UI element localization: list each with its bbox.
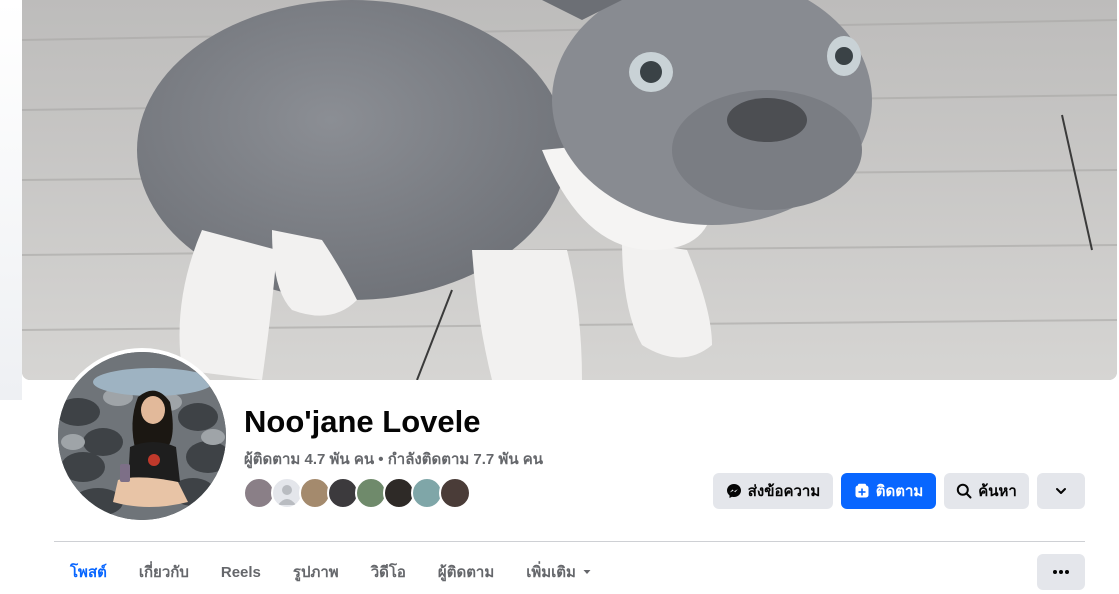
tab-label: เพิ่มเติม bbox=[526, 564, 576, 581]
tab-label: วิดีโอ bbox=[370, 564, 406, 581]
tab-photos[interactable]: รูปภาพ bbox=[277, 550, 355, 594]
tab-followers[interactable]: ผู้ติดตาม bbox=[422, 550, 510, 594]
tab-label: รูปภาพ bbox=[292, 564, 339, 581]
messenger-icon bbox=[726, 484, 741, 498]
tab-posts[interactable]: โพสต์ bbox=[54, 550, 123, 594]
profile-page: Noo'jane Lovele ผู้ติดตาม 4.7 พัน คน • ก… bbox=[0, 0, 1119, 594]
caret-down-icon bbox=[583, 570, 591, 574]
chevron-down-icon bbox=[1056, 488, 1066, 494]
tab-label: โพสต์ bbox=[70, 564, 107, 581]
follow-button[interactable]: ติดตาม bbox=[841, 473, 936, 509]
search-button-label: ค้นหา bbox=[978, 483, 1017, 500]
cover-image bbox=[22, 0, 1117, 380]
profile-avatar[interactable] bbox=[58, 352, 226, 520]
avatar-image bbox=[58, 352, 226, 520]
search-icon bbox=[956, 483, 972, 499]
profile-tabs: โพสต์ เกี่ยวกับ Reels รูปภาพ วิดีโอ ผู้ต… bbox=[54, 550, 608, 594]
follower-stats[interactable]: ผู้ติดตาม 4.7 พัน คน • กำลังติดตาม 7.7 พ… bbox=[244, 447, 543, 471]
default-user-icon bbox=[278, 485, 296, 505]
friend-avatar-8[interactable] bbox=[439, 477, 471, 509]
tab-label: เกี่ยวกับ bbox=[138, 564, 189, 581]
message-button-label: ส่งข้อความ bbox=[747, 483, 821, 500]
more-options-icon bbox=[1053, 570, 1069, 574]
tabs-more-options-button[interactable] bbox=[1037, 554, 1085, 590]
tab-reels[interactable]: Reels bbox=[205, 550, 277, 594]
tab-videos[interactable]: วิดีโอ bbox=[355, 550, 422, 594]
page-edge bbox=[0, 0, 22, 400]
tab-label: ผู้ติดตาม bbox=[437, 564, 495, 581]
tab-about[interactable]: เกี่ยวกับ bbox=[123, 550, 205, 594]
friend-avatars-row bbox=[243, 477, 483, 509]
message-button[interactable]: ส่งข้อความ bbox=[713, 473, 833, 509]
follow-icon bbox=[855, 483, 869, 498]
cover-photo[interactable] bbox=[22, 0, 1117, 380]
tab-label: Reels bbox=[220, 563, 261, 581]
search-button[interactable]: ค้นหา bbox=[944, 473, 1029, 509]
follow-button-label: ติดตาม bbox=[875, 483, 924, 500]
profile-name: Noo'jane Lovele bbox=[244, 404, 481, 439]
tabs-divider bbox=[54, 541, 1085, 542]
tab-more[interactable]: เพิ่มเติม bbox=[510, 550, 608, 594]
profile-dropdown-button[interactable] bbox=[1037, 473, 1085, 509]
